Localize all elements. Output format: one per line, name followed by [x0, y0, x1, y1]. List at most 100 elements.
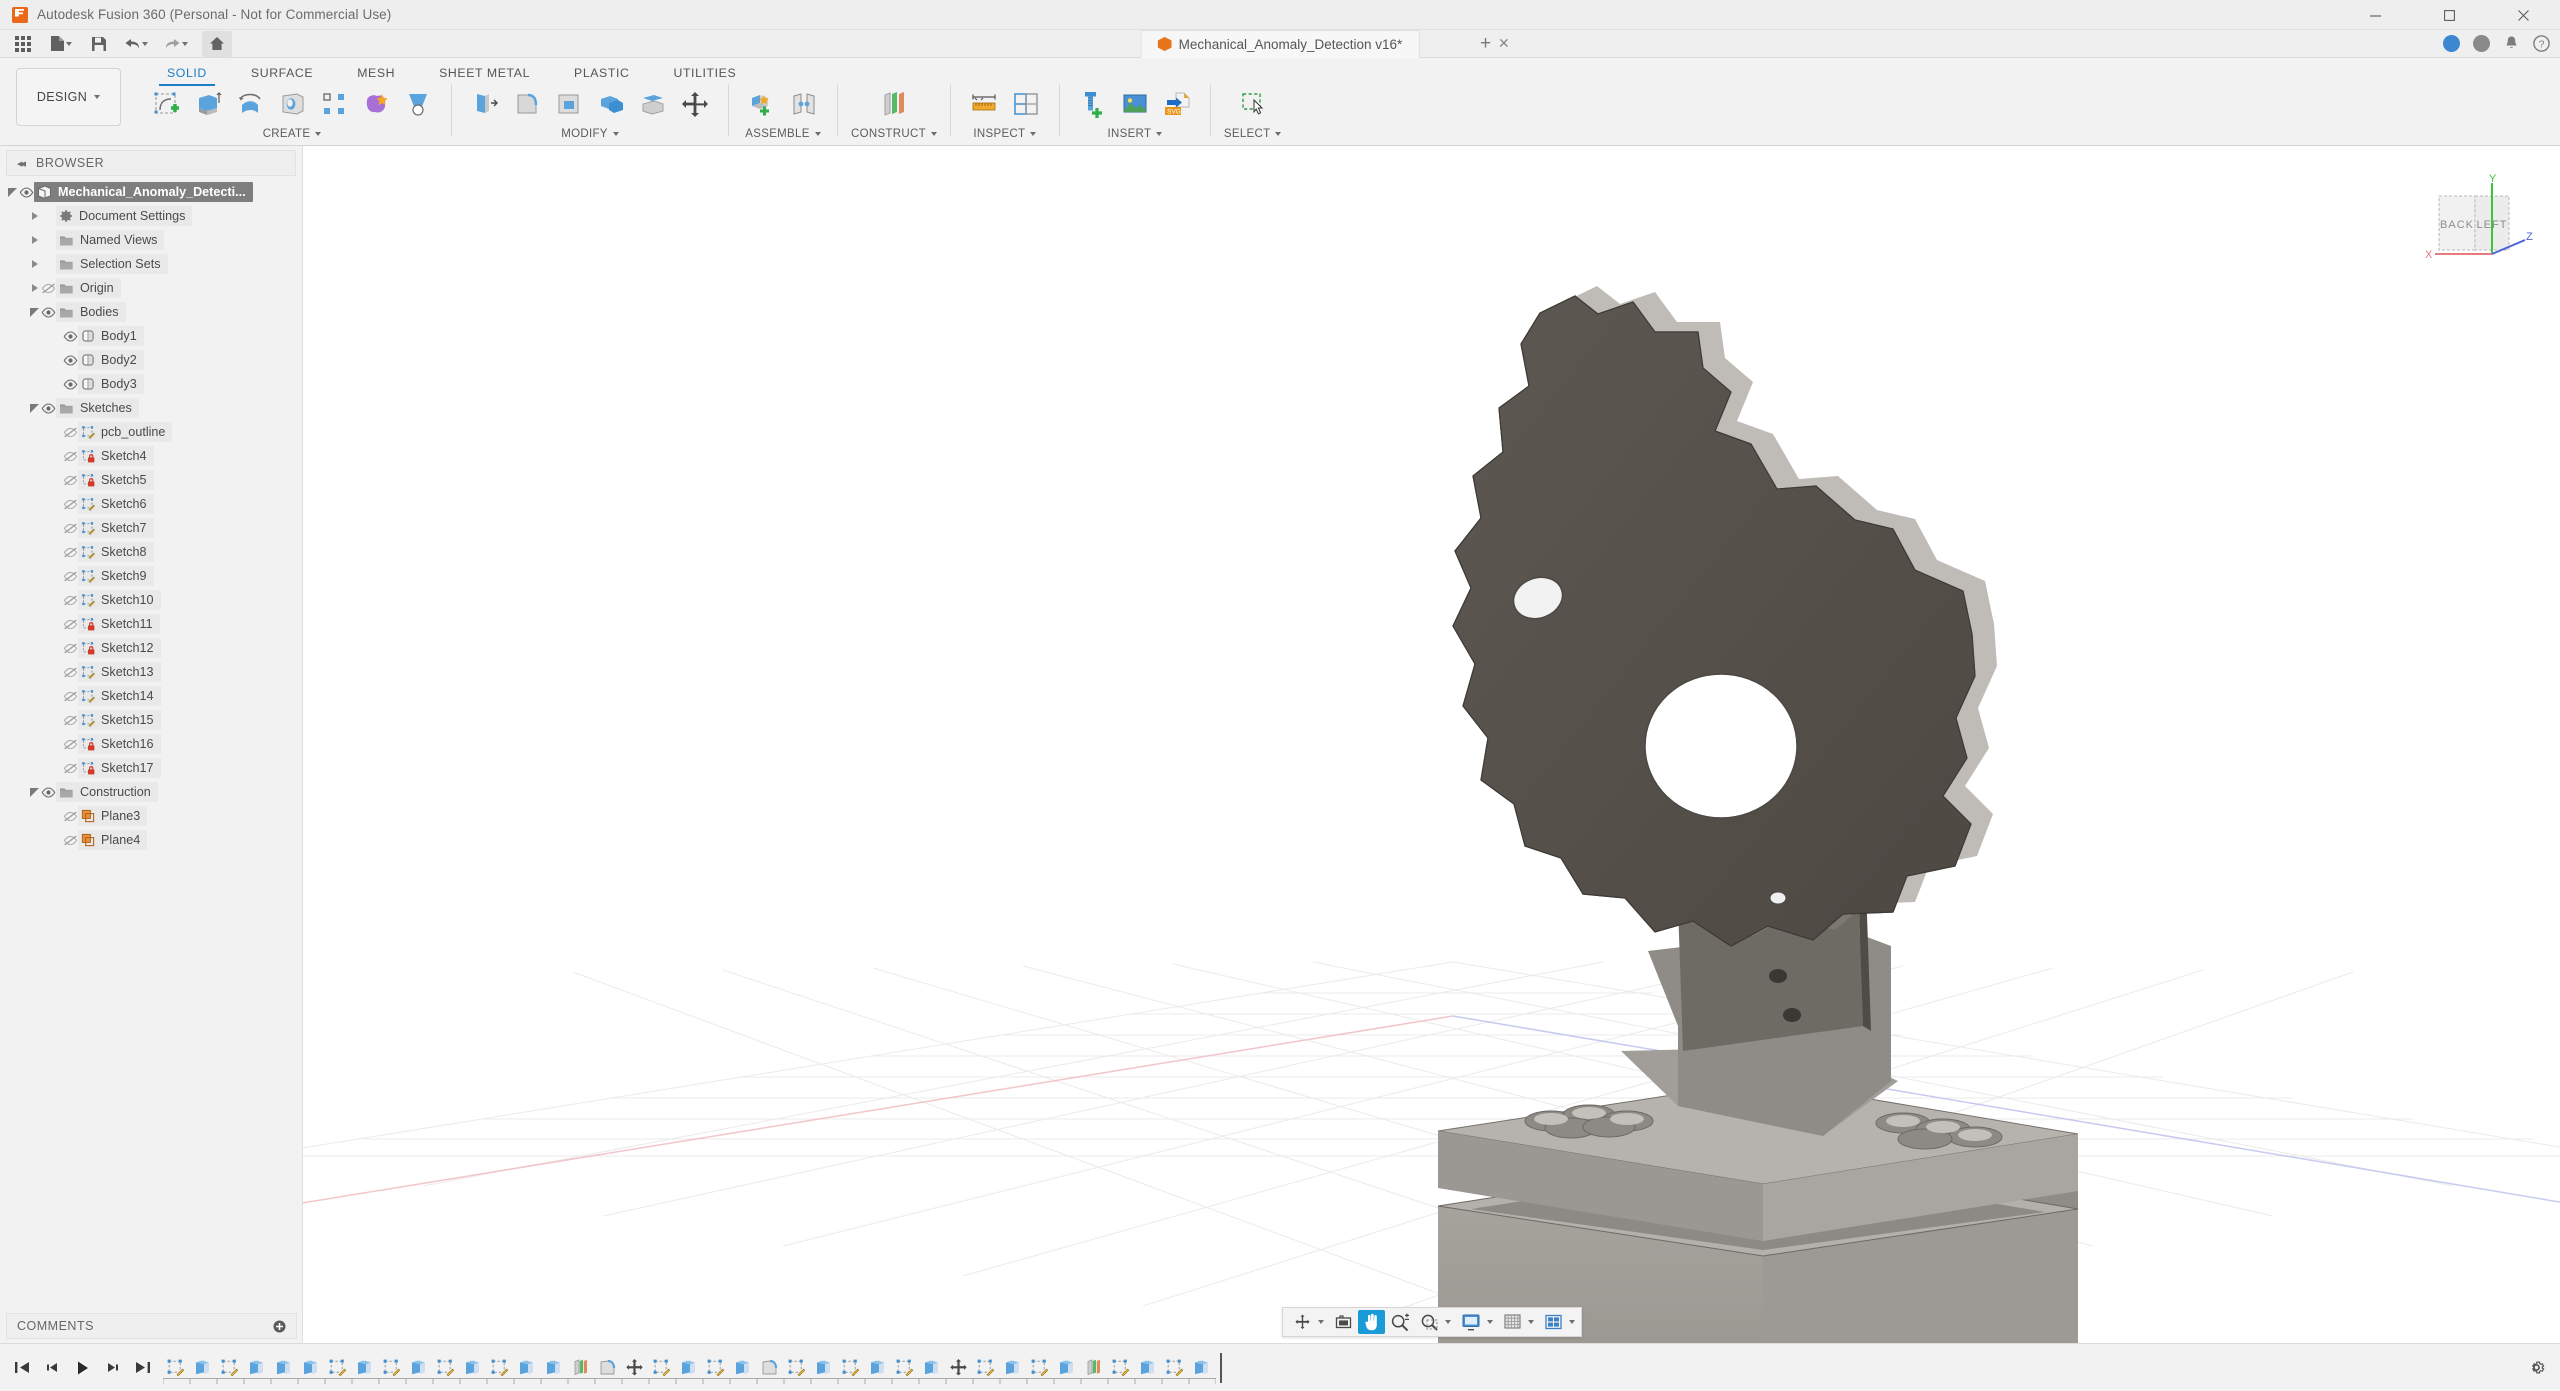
revolve-icon[interactable]	[230, 84, 270, 124]
step-forward-icon[interactable]	[104, 1360, 121, 1375]
rectangular-pattern-icon[interactable]	[314, 84, 354, 124]
tree-expand-arrow[interactable]	[28, 306, 41, 319]
chevron-down-icon[interactable]	[1569, 1320, 1575, 1324]
tree-expand-arrow[interactable]	[28, 210, 41, 223]
minimize-button[interactable]	[2338, 0, 2412, 30]
insert-mcmaster-icon[interactable]	[1073, 84, 1113, 124]
notifications-icon[interactable]	[2503, 35, 2520, 52]
browser-node-sketch14[interactable]: Sketch14	[0, 684, 302, 708]
tab-mesh[interactable]: MESH	[335, 63, 417, 83]
press-pull-icon[interactable]	[465, 84, 505, 124]
visibility-eye-hidden-icon[interactable]	[63, 835, 78, 846]
browser-node-origin[interactable]: Origin	[0, 276, 302, 300]
browser-node-body3[interactable]: Body3	[0, 372, 302, 396]
ribbon-group-assemble-label[interactable]: ASSEMBLE	[745, 128, 820, 140]
visibility-eye-icon[interactable]	[63, 355, 78, 366]
undo-icon[interactable]	[118, 31, 154, 57]
joint-icon[interactable]	[784, 84, 824, 124]
combine-icon[interactable]	[591, 84, 631, 124]
document-tab-close[interactable]: ✕	[1498, 35, 1510, 52]
select-icon[interactable]	[1233, 84, 1273, 124]
visibility-eye-hidden-icon[interactable]	[63, 499, 78, 510]
3d-viewport[interactable]: BACK LEFT Y X Z	[303, 146, 2560, 1343]
visibility-eye-icon[interactable]	[41, 307, 56, 318]
maximize-button[interactable]	[2412, 0, 2486, 30]
tree-expand-arrow[interactable]	[28, 282, 41, 295]
browser-node-sketch10[interactable]: Sketch10	[0, 588, 302, 612]
workspace-switcher-button[interactable]: DESIGN	[16, 68, 121, 126]
browser-node-sketch13[interactable]: Sketch13	[0, 660, 302, 684]
pan-icon[interactable]	[1358, 1310, 1385, 1334]
browser-node-construction[interactable]: Construction	[0, 780, 302, 804]
help-icon[interactable]: ?	[2533, 35, 2550, 52]
browser-node-plane3[interactable]: Plane3	[0, 804, 302, 828]
tab-surface[interactable]: SURFACE	[229, 63, 335, 83]
browser-node-bodies[interactable]: Bodies	[0, 300, 302, 324]
ribbon-group-create-label[interactable]: CREATE	[263, 128, 322, 140]
new-tab-button[interactable]: +	[1480, 33, 1491, 55]
visibility-eye-hidden-icon[interactable]	[41, 283, 56, 294]
browser-node-sketch6[interactable]: Sketch6	[0, 492, 302, 516]
browser-node-sketch9[interactable]: Sketch9	[0, 564, 302, 588]
create-form-icon[interactable]	[356, 84, 396, 124]
collapse-icon[interactable]: ◂◂	[17, 157, 24, 170]
browser-node-document-settings[interactable]: Document Settings	[0, 204, 302, 228]
zoom-window-icon[interactable]	[1416, 1310, 1443, 1334]
loft-icon[interactable]	[398, 84, 438, 124]
timeline-settings-icon[interactable]	[2527, 1358, 2546, 1377]
tab-solid[interactable]: SOLID	[145, 63, 229, 83]
visibility-eye-icon[interactable]	[63, 379, 78, 390]
browser-header[interactable]: ◂◂ BROWSER	[6, 150, 296, 176]
look-at-icon[interactable]	[1330, 1310, 1357, 1334]
extensions-icon[interactable]	[2473, 35, 2490, 52]
browser-node-sketch15[interactable]: Sketch15	[0, 708, 302, 732]
ribbon-group-insert-label[interactable]: INSERT	[1108, 128, 1163, 140]
browser-node-sketch8[interactable]: Sketch8	[0, 540, 302, 564]
step-back-icon[interactable]	[44, 1360, 61, 1375]
timeline-marker[interactable]	[1220, 1353, 1222, 1383]
tree-expand-arrow[interactable]	[6, 186, 19, 199]
chevron-down-icon[interactable]	[1528, 1320, 1534, 1324]
visibility-eye-hidden-icon[interactable]	[63, 739, 78, 750]
home-icon[interactable]	[202, 31, 232, 57]
offset-plane-icon[interactable]	[874, 84, 914, 124]
ribbon-group-construct-label[interactable]: CONSTRUCT	[851, 128, 937, 140]
visibility-eye-hidden-icon[interactable]	[63, 547, 78, 558]
browser-node-sketch7[interactable]: Sketch7	[0, 516, 302, 540]
browser-node-sketch16[interactable]: Sketch16	[0, 732, 302, 756]
offset-face-icon[interactable]	[633, 84, 673, 124]
visibility-eye-hidden-icon[interactable]	[63, 451, 78, 462]
measure-icon[interactable]	[964, 84, 1004, 124]
visibility-eye-icon[interactable]	[19, 187, 34, 198]
shell-icon[interactable]	[549, 84, 589, 124]
section-analysis-icon[interactable]	[1006, 84, 1046, 124]
browser-node-sketches[interactable]: Sketches	[0, 396, 302, 420]
visibility-eye-hidden-icon[interactable]	[63, 475, 78, 486]
tree-expand-arrow[interactable]	[28, 258, 41, 271]
orbit-icon[interactable]	[1289, 1310, 1316, 1334]
chevron-down-icon[interactable]	[1318, 1320, 1324, 1324]
ribbon-group-inspect-label[interactable]: INSPECT	[973, 128, 1036, 140]
browser-node-selection-sets[interactable]: Selection Sets	[0, 252, 302, 276]
tree-expand-arrow[interactable]	[28, 786, 41, 799]
ribbon-group-select-label[interactable]: SELECT	[1224, 128, 1282, 140]
visibility-eye-icon[interactable]	[63, 331, 78, 342]
visibility-eye-icon[interactable]	[41, 403, 56, 414]
visibility-eye-hidden-icon[interactable]	[63, 571, 78, 582]
visibility-eye-hidden-icon[interactable]	[63, 667, 78, 678]
go-to-end-icon[interactable]	[134, 1360, 151, 1375]
zoom-icon[interactable]	[1386, 1310, 1415, 1334]
tab-sheet-metal[interactable]: SHEET METAL	[417, 63, 552, 83]
app-grid-icon[interactable]	[8, 31, 38, 57]
viewports-icon[interactable]	[1540, 1310, 1567, 1334]
save-icon[interactable]	[84, 31, 114, 57]
browser-node-sketch12[interactable]: Sketch12	[0, 636, 302, 660]
view-cube-face-back[interactable]: BACK	[2440, 219, 2474, 231]
add-comment-icon[interactable]	[273, 1320, 286, 1333]
tree-expand-arrow[interactable]	[28, 234, 41, 247]
extrude-icon[interactable]	[188, 84, 228, 124]
visibility-eye-hidden-icon[interactable]	[63, 523, 78, 534]
comments-panel[interactable]: COMMENTS	[6, 1313, 297, 1339]
browser-node-sketch4[interactable]: Sketch4	[0, 444, 302, 468]
browser-node-plane4[interactable]: Plane4	[0, 828, 302, 852]
